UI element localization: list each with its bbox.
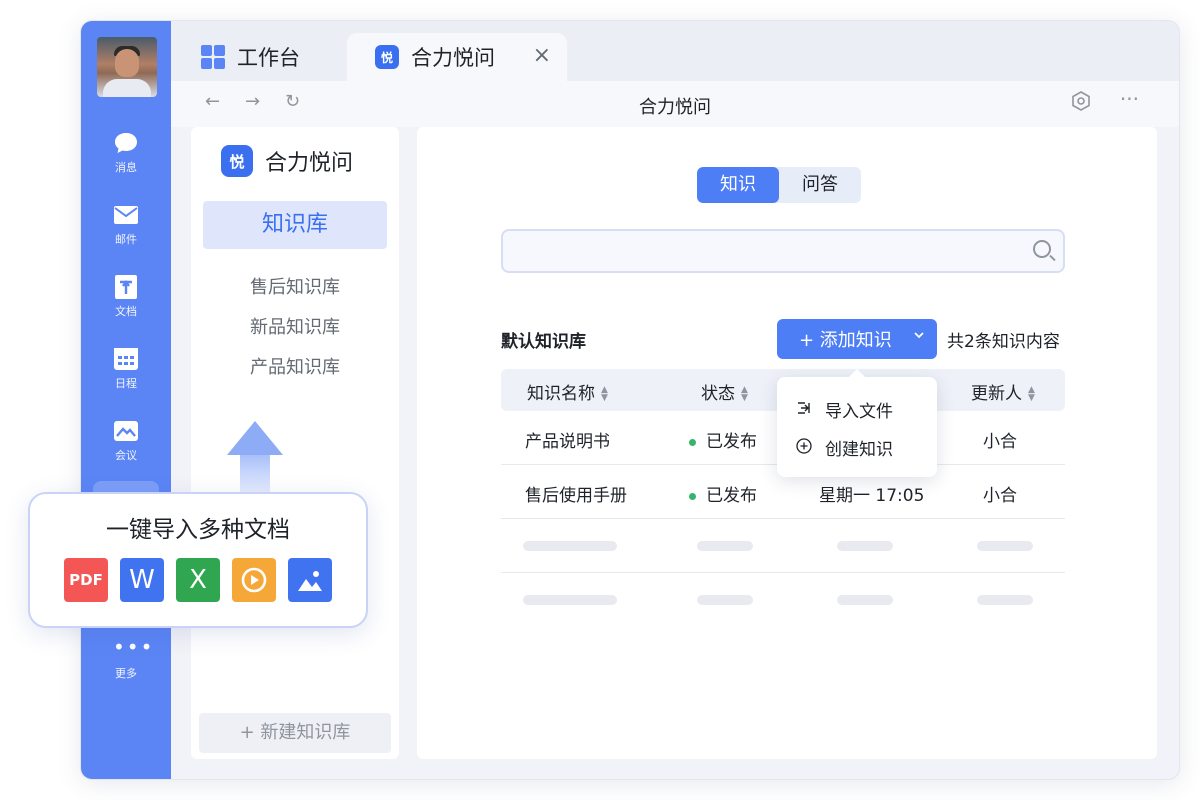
rail-item-meeting[interactable]: 会议 xyxy=(81,419,171,463)
import-icon xyxy=(795,400,813,420)
segment-qa[interactable]: 问答 xyxy=(779,167,861,203)
kb-item[interactable]: 产品知识库 xyxy=(191,353,399,379)
rail-item-mail[interactable]: 邮件 xyxy=(81,203,171,247)
new-kb-button[interactable]: + 新建知识库 xyxy=(199,713,391,753)
rail-label: 日程 xyxy=(115,377,137,390)
page-title: 合力悦问 xyxy=(639,97,711,118)
rail-label: 更多 xyxy=(115,667,137,680)
kb-app-name: 合力悦问 xyxy=(265,151,354,176)
cell-time: 星期一 17:05 xyxy=(819,486,925,506)
rail-item-messages[interactable]: 消息 xyxy=(81,131,171,175)
tab-bar: 工作台 悦 合力悦问 × xyxy=(171,21,1179,81)
up-arrow-icon xyxy=(225,421,285,501)
menu-item-import-file[interactable]: 导入文件 xyxy=(795,397,893,422)
column-header-name[interactable]: 知识名称 ▲ ▼ xyxy=(527,379,608,404)
main-panel: 知识 问答 默认知识库 + 添加知识 共2条知识内容 知识名称 ▲ ▼ 状态 ▲ ▼ 更… xyxy=(417,127,1157,759)
settings-hex-icon[interactable] xyxy=(1071,91,1091,116)
sort-icon: ▲ ▼ xyxy=(741,385,748,403)
segment-control: 知识 问答 xyxy=(697,167,861,203)
cell-updater: 小合 xyxy=(983,432,1017,452)
app-logo-icon: 悦 xyxy=(221,145,253,177)
video-file-icon xyxy=(232,558,276,602)
status-dot-icon xyxy=(689,438,696,446)
search-input[interactable] xyxy=(501,229,1065,273)
library-title: 默认知识库 xyxy=(501,332,586,352)
placeholder-row xyxy=(501,573,1065,627)
grid-icon xyxy=(201,45,225,69)
card-title: 一键导入多种文档 xyxy=(106,517,290,543)
more-icon: ••• xyxy=(113,635,155,659)
rail-item-docs[interactable]: 文档 xyxy=(81,275,171,319)
column-header-status[interactable]: 状态 ▲ ▼ xyxy=(701,379,748,404)
status-dot-icon xyxy=(689,492,696,500)
rail-item-more[interactable]: ••• 更多 xyxy=(81,637,171,681)
cell-updater: 小合 xyxy=(983,486,1017,506)
calendar-icon xyxy=(113,347,139,371)
nav-rail: 消息 邮件 文档 日程 会议 ••• 更多 xyxy=(81,21,171,779)
tab-heli-yuewen[interactable]: 悦 合力悦问 × xyxy=(347,33,567,81)
kb-app-header: 悦 合力悦问 xyxy=(221,145,353,177)
image-file-icon xyxy=(288,558,332,602)
cell-status: 已发布 xyxy=(689,427,757,452)
import-docs-card: 一键导入多种文档 PDF W X xyxy=(28,492,368,628)
more-menu-icon[interactable]: ··· xyxy=(1120,87,1139,111)
rail-label: 文档 xyxy=(115,305,137,318)
sort-icon: ▲ ▼ xyxy=(601,385,608,403)
sort-icon: ▲ ▼ xyxy=(1028,385,1035,403)
tab-label: 工作台 xyxy=(237,46,300,70)
add-dropdown-menu: 导入文件 创建知识 xyxy=(777,369,937,477)
rail-item-calendar[interactable]: 日程 xyxy=(81,347,171,391)
meeting-icon xyxy=(113,419,139,443)
tab-workbench[interactable]: 工作台 xyxy=(201,33,300,81)
search-icon[interactable] xyxy=(1033,240,1051,258)
browser-toolbar: ← → ↻ 合力悦问 ··· xyxy=(171,81,1179,127)
app-logo-icon: 悦 xyxy=(375,45,399,69)
cell-name: 产品说明书 xyxy=(525,432,610,452)
rail-label: 消息 xyxy=(115,161,137,174)
plus-circle-icon xyxy=(795,437,813,458)
close-icon[interactable]: × xyxy=(533,45,551,67)
mail-icon xyxy=(113,203,139,227)
word-file-icon: W xyxy=(120,558,164,602)
column-header-updater[interactable]: 更新人 ▲ ▼ xyxy=(971,379,1035,404)
avatar[interactable] xyxy=(97,37,157,97)
tab-label: 合力悦问 xyxy=(411,46,495,70)
excel-file-icon: X xyxy=(176,558,220,602)
knowledge-count: 共2条知识内容 xyxy=(947,332,1060,352)
kb-sidebar: 悦 合力悦问 知识库 售后知识库 新品知识库 产品知识库 + 新建知识库 xyxy=(191,127,399,759)
app-window: 消息 邮件 文档 日程 会议 ••• 更多 工作台 悦 合力悦问 × ← → ↻… xyxy=(80,20,1180,780)
kb-nav-active[interactable]: 知识库 xyxy=(203,201,387,249)
placeholder-row xyxy=(501,519,1065,573)
kb-item[interactable]: 售后知识库 xyxy=(191,273,399,299)
chat-icon xyxy=(113,131,139,155)
rail-label: 会议 xyxy=(115,449,137,462)
chevron-down-icon[interactable] xyxy=(913,329,925,345)
segment-knowledge[interactable]: 知识 xyxy=(697,167,779,203)
rail-label: 邮件 xyxy=(115,233,137,246)
doc-icon xyxy=(113,275,139,299)
cell-status: 已发布 xyxy=(689,481,757,506)
add-knowledge-label: + 添加知识 xyxy=(799,330,892,351)
add-knowledge-button[interactable]: + 添加知识 xyxy=(777,319,937,359)
pdf-file-icon: PDF xyxy=(64,558,108,602)
menu-item-create-knowledge[interactable]: 创建知识 xyxy=(795,435,893,460)
kb-item[interactable]: 新品知识库 xyxy=(191,313,399,339)
cell-name: 售后使用手册 xyxy=(525,486,627,506)
